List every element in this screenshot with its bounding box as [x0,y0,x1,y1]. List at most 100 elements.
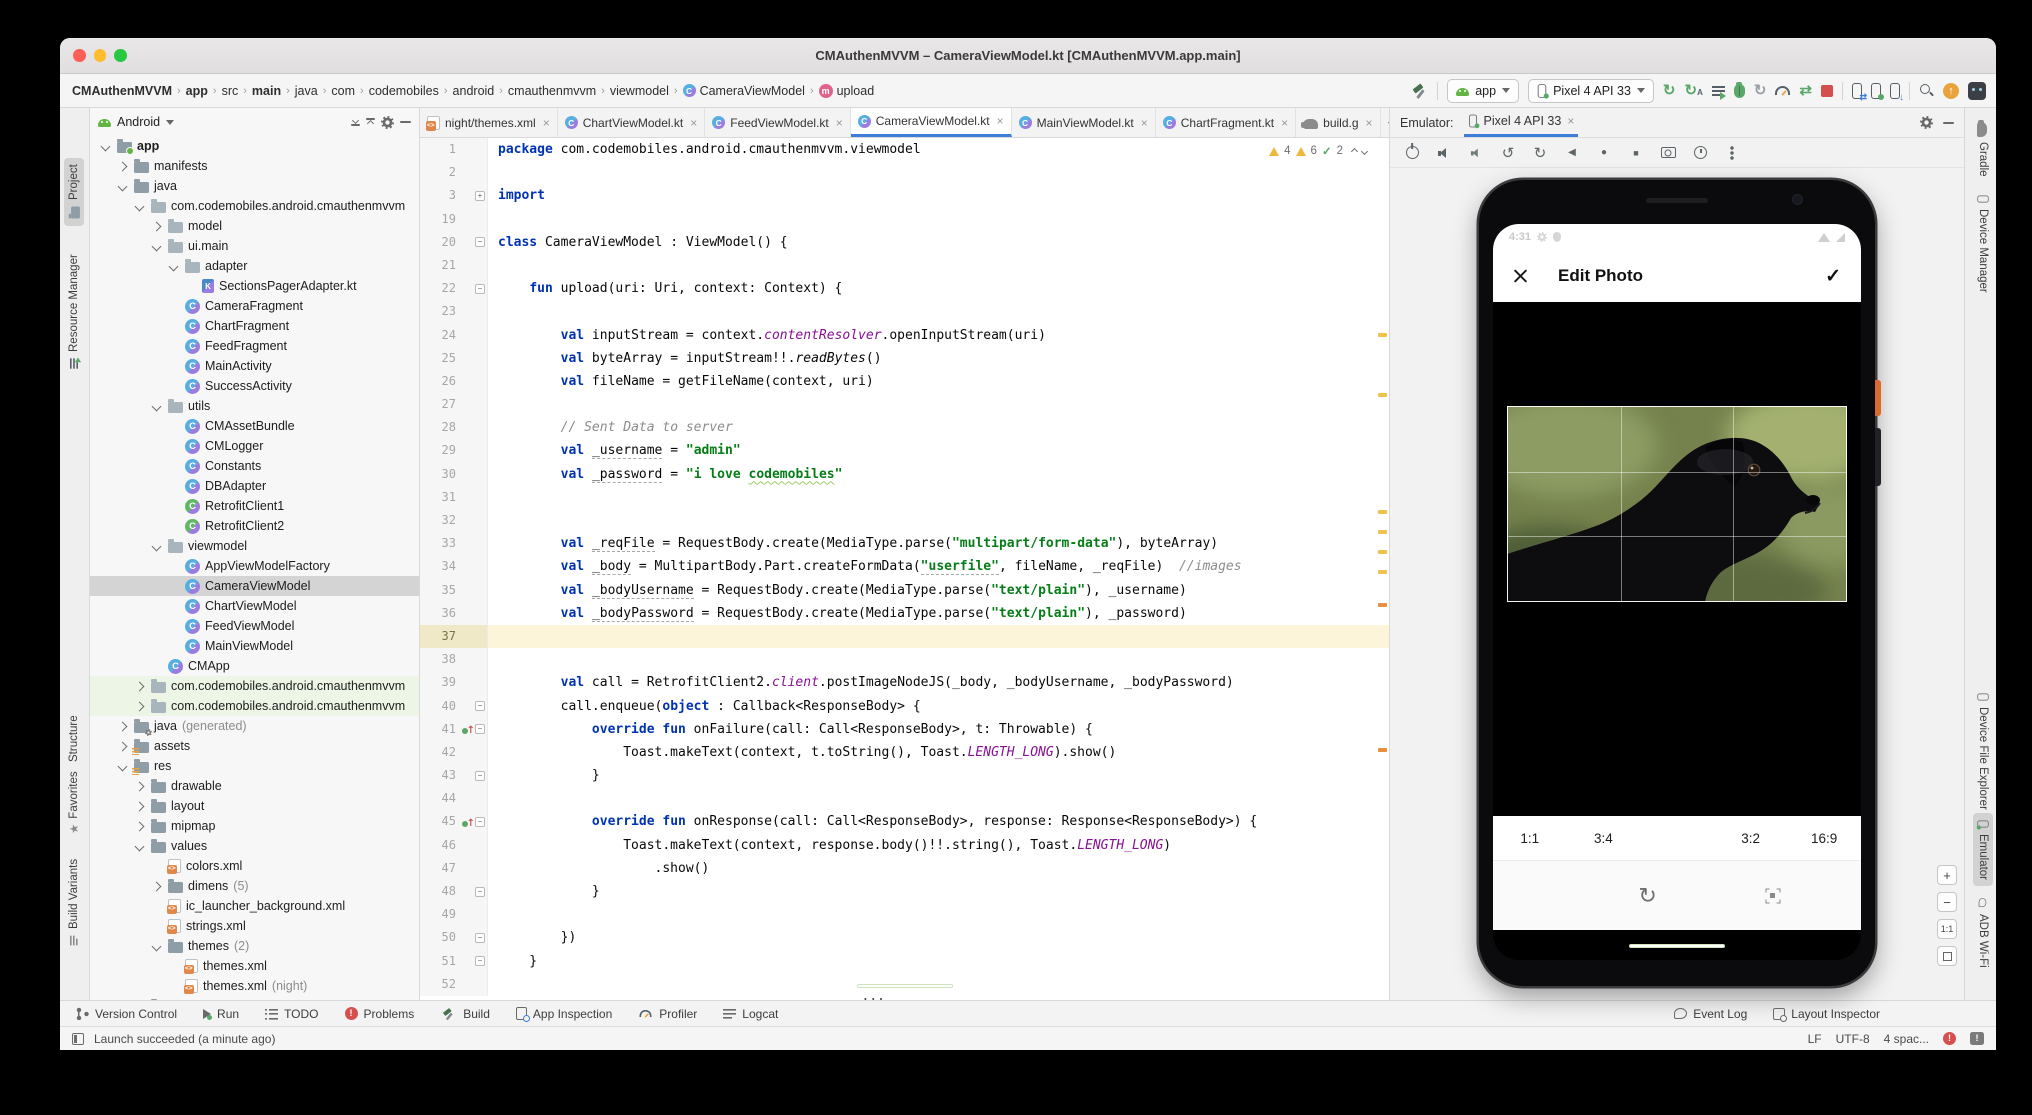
tree-row[interactable]: CCameraViewModel [90,576,419,596]
chevron-down-icon[interactable] [134,201,144,211]
close-tab-icon[interactable]: × [1281,116,1288,130]
tips-icon[interactable]: ! [1970,1032,1984,1045]
more-options-icon[interactable] [1730,146,1734,160]
chevron-right-icon[interactable] [117,721,127,731]
close-tab-icon[interactable]: × [1141,116,1148,130]
rotate-left-icon[interactable]: ↺ [1500,145,1516,161]
apply-changes-restart-button[interactable]: ⇄ [1799,83,1812,98]
breadcrumb-item[interactable]: src [222,84,239,98]
rerun-button[interactable]: ↻ [1663,83,1676,98]
crop-frame-icon[interactable] [1765,888,1780,903]
toolwindow-run[interactable]: Run [203,1007,239,1021]
power-icon[interactable] [1406,146,1419,159]
fold-marker-icon[interactable]: − [475,933,485,943]
tree-row[interactable]: ic_launcher_background.xml [90,896,419,916]
fold-marker-icon[interactable]: + [475,191,485,201]
run-config-select[interactable]: app [1447,79,1519,103]
breadcrumb-item[interactable]: viewmodel [610,84,669,98]
next-issue-icon[interactable] [1361,147,1368,154]
chevron-right-icon[interactable] [134,801,144,811]
home-icon[interactable]: ● [1596,145,1612,161]
close-tab-icon[interactable]: × [997,114,1004,128]
tree-row[interactable]: CMainViewModel [90,636,419,656]
stop-button[interactable] [1821,85,1833,97]
device-manager-icon[interactable] [1890,83,1900,99]
toolwindow-build[interactable]: Build [440,1006,490,1022]
tool-stripe-gradle[interactable]: Gradle [1973,116,1993,183]
tree-row[interactable]: CCMApp [90,656,419,676]
profiler-button[interactable] [1775,86,1790,95]
tool-stripe-project[interactable]: Project [64,158,84,226]
chevron-right-icon[interactable] [134,821,144,831]
build-hammer-icon[interactable] [1411,83,1428,99]
chevron-right-icon[interactable] [134,781,144,791]
toolwindow-layout-inspector[interactable]: Layout Inspector [1773,1007,1880,1021]
toolwindow-logcat[interactable]: Logcat [723,1007,778,1021]
tool-stripe-device-file-explorer[interactable]: Device File Explorer [1973,686,1993,816]
toolwindow-event-log[interactable]: Event Log [1674,1007,1747,1021]
snapshots-icon[interactable] [1694,146,1707,159]
tree-row[interactable]: CSuccessActivity [90,376,419,396]
prev-issue-icon[interactable] [1351,147,1358,154]
tree-row[interactable]: manifests [90,156,419,176]
tree-row[interactable]: themes (2) [90,936,419,956]
toolwindow-app-inspection[interactable]: App Inspection [516,1007,612,1021]
toolwindow-todo[interactable]: TODO [265,1007,318,1021]
attach-debugger-icon[interactable] [1852,83,1862,99]
tool-stripe-resource-manager[interactable]: Resource Manager [64,248,84,376]
tree-row[interactable]: KSectionsPagerAdapter.kt [90,276,419,296]
editor-tab[interactable]: build.g× [1296,108,1380,137]
fold-marker-icon[interactable]: − [475,887,485,897]
breadcrumb-item[interactable]: CMAuthenMVVM [72,84,172,98]
tree-row[interactable]: CRetrofitClient1 [90,496,419,516]
tree-row[interactable]: CRetrofitClient2 [90,516,419,536]
close-tab-icon[interactable]: × [690,116,697,130]
tree-row[interactable]: mipmap [90,816,419,836]
tree-row[interactable]: model [90,216,419,236]
zoom-window-button[interactable] [114,49,127,62]
fold-marker-icon[interactable]: − [475,817,485,827]
tree-row[interactable]: assets [90,736,419,756]
chevron-down-icon[interactable] [134,841,144,851]
running-devices-icon[interactable] [1871,83,1881,99]
phone-screen[interactable]: 4:31 Edit Photo ✓ [1493,224,1861,960]
fold-marker-icon[interactable]: − [475,956,485,966]
zoom-reset-button[interactable]: 1:1 [1937,919,1957,939]
encoding-indicator[interactable]: UTF-8 [1836,1032,1870,1046]
toolwindow-problems[interactable]: !Problems [345,1007,415,1021]
zoom-in-button[interactable]: + [1937,865,1957,885]
dog-photo[interactable] [1507,406,1847,602]
tree-row[interactable]: CChartFragment [90,316,419,336]
home-indicator[interactable] [1629,944,1725,949]
toolwindow-version-control[interactable]: Version Control [76,1007,177,1021]
rotate-photo-icon[interactable]: ↻ [1638,883,1656,909]
update-available-icon[interactable]: ↑ [1943,83,1959,99]
aspect-ratio-option[interactable]: 3:4 [1567,831,1641,846]
chevron-down-icon[interactable] [151,541,161,551]
tree-row[interactable]: CDBAdapter [90,476,419,496]
tree-row[interactable]: dimens (5) [90,876,419,896]
tree-row[interactable]: viewmodel [90,536,419,556]
chevron-down-icon[interactable] [151,401,161,411]
toolwindow-profiler[interactable]: Profiler [638,1007,697,1021]
chevron-down-icon[interactable] [117,761,127,771]
tool-stripe-emulator[interactable]: Emulator [1973,813,1993,886]
tree-row[interactable]: drawable [90,776,419,796]
error-notification-icon[interactable]: ! [1943,1032,1956,1045]
chevron-down-icon[interactable] [151,241,161,251]
breadcrumb-item[interactable]: mupload [819,84,875,98]
editor-tab[interactable]: night/themes.xml× [420,108,558,137]
tool-stripe-device-manager[interactable]: Device Manager [1973,188,1993,299]
tree-row[interactable]: app [90,136,419,156]
breadcrumb-item[interactable]: app [186,84,208,98]
aspect-ratio-option[interactable]: 16:9 [1787,831,1861,846]
line-ending-indicator[interactable]: LF [1808,1032,1822,1046]
indent-indicator[interactable]: 4 spac... [1884,1032,1929,1046]
chevron-down-icon[interactable] [168,261,178,271]
device-select[interactable]: Pixel 4 API 33 [1528,79,1654,103]
chevron-right-icon[interactable] [151,221,161,231]
fold-marker-icon[interactable]: − [475,724,485,734]
close-window-button[interactable] [73,49,86,62]
close-tab-icon[interactable]: × [1366,116,1373,130]
tree-row[interactable]: CFeedFragment [90,336,419,356]
